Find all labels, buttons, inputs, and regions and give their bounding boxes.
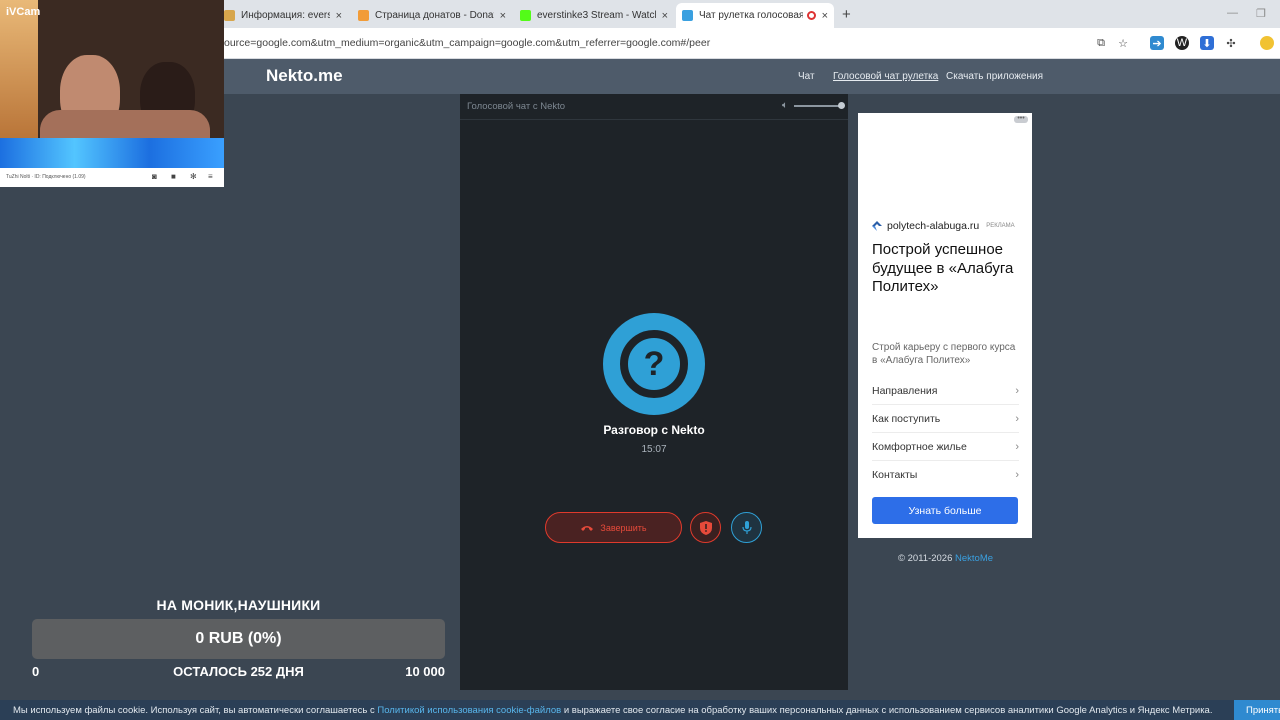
microphone-button[interactable] bbox=[731, 512, 762, 543]
tab-label: Страница донатов - DonationA bbox=[375, 10, 494, 21]
tab-label: everstinke3 Stream - Watch Live bbox=[537, 10, 656, 21]
chevron-right-icon: › bbox=[1015, 384, 1019, 397]
end-call-button[interactable]: Завершить bbox=[545, 512, 682, 543]
hangup-phone-icon bbox=[581, 525, 594, 531]
tab-donations-page[interactable]: Страница донатов - DonationA × bbox=[352, 3, 512, 28]
nekto-favicon-icon bbox=[682, 10, 693, 21]
tab-label: Информация: everstinke3 – bbox=[241, 10, 330, 21]
site-logo[interactable]: Nekto.me bbox=[266, 66, 343, 86]
cookie-text: Мы используем файлы cookie. Используя са… bbox=[13, 705, 1212, 716]
ad-headline[interactable]: Построй успешное будущее в «Алабуга Поли… bbox=[872, 241, 1022, 297]
camera-snapshot-icon[interactable]: ◙ bbox=[152, 172, 157, 181]
video-record-icon[interactable]: ■ bbox=[171, 172, 176, 181]
ad-link-housing[interactable]: Комфортное жилье › bbox=[872, 433, 1019, 461]
nav-chat[interactable]: Чат bbox=[798, 71, 815, 82]
volume-slider-handle[interactable] bbox=[838, 102, 845, 109]
nav-download-apps[interactable]: Скачать приложения bbox=[946, 71, 1043, 82]
conversation-title: Разговор с Nekto bbox=[603, 423, 705, 437]
restore-icon[interactable]: ❐ bbox=[1256, 7, 1266, 20]
donation-progress-bar: 0 RUB (0%) bbox=[32, 619, 445, 659]
ad-cta-button[interactable]: Узнать больше bbox=[872, 497, 1018, 524]
ad-subtext: Строй карьеру с первого курса в «Алабуга… bbox=[872, 342, 1016, 366]
ad-domain[interactable]: polytech-alabuga.ru РЕКЛАМА bbox=[872, 220, 1015, 232]
extension-download-icon[interactable]: ⬇ bbox=[1200, 36, 1214, 50]
nav-voice-roulette[interactable]: Голосовой чат рулетка bbox=[833, 71, 938, 82]
ad-domain-logo-icon bbox=[872, 221, 882, 231]
extension-translate-icon[interactable]: ➔ bbox=[1150, 36, 1164, 50]
settings-gear-icon[interactable]: ✻ bbox=[190, 172, 197, 181]
ad-link-label: Контакты bbox=[872, 469, 918, 481]
ad-link-admission[interactable]: Как поступить › bbox=[872, 405, 1019, 433]
accept-cookies-button[interactable]: Принять bbox=[1234, 700, 1280, 720]
recording-indicator-icon bbox=[806, 11, 816, 20]
call-timer: 15:07 bbox=[641, 444, 667, 455]
ad-link-label: Как поступить bbox=[872, 412, 941, 425]
donationalerts-favicon-icon bbox=[224, 10, 235, 21]
microphone-icon bbox=[741, 520, 752, 534]
donation-days-remaining: ОСТАЛОСЬ 252 ДНЯ bbox=[173, 664, 304, 679]
donation-amount: 0 RUB (0%) bbox=[195, 630, 282, 647]
chat-header: Голосовой чат с Nekto 🔈︎ bbox=[460, 94, 848, 120]
webcam-video: iVCam bbox=[0, 0, 224, 168]
donation-goal-title: НА МОНИК,НАУШНИКИ bbox=[156, 597, 321, 613]
tab-label: Чат рулетка голосовая — Nekto bbox=[699, 10, 803, 21]
new-tab-button[interactable]: + bbox=[842, 6, 851, 23]
copyright-text: © 2011-2026 bbox=[898, 553, 956, 564]
tab-donation-info[interactable]: Информация: everstinke3 – × bbox=[218, 3, 348, 28]
url-field[interactable]: ource=google.com&utm_medium=organic&utm_… bbox=[224, 37, 710, 49]
tab-kick-stream[interactable]: everstinke3 Stream - Watch Live × bbox=[514, 3, 674, 28]
chevron-right-icon: › bbox=[1015, 440, 1019, 453]
tab-close-icon[interactable]: × bbox=[662, 10, 668, 22]
tab-close-icon[interactable]: × bbox=[500, 10, 506, 22]
volume-icon[interactable]: 🔈︎ bbox=[782, 100, 788, 111]
question-mark-icon: ? bbox=[620, 330, 688, 398]
profile-avatar-icon[interactable] bbox=[1260, 36, 1274, 50]
ad-link-label: Комфортное жилье bbox=[872, 440, 967, 453]
cookie-text-after: и выражаете свое согласие на обработку в… bbox=[561, 705, 1213, 716]
cookie-text-before: Мы используем файлы cookie. Используя са… bbox=[13, 705, 378, 716]
chevron-right-icon: › bbox=[1015, 469, 1019, 481]
kick-favicon-icon bbox=[520, 10, 531, 21]
partner-avatar: ? bbox=[603, 313, 705, 415]
chat-title: Голосовой чат с Nekto bbox=[467, 101, 566, 112]
chevron-right-icon: › bbox=[1015, 412, 1019, 425]
tab-close-icon[interactable]: × bbox=[822, 10, 828, 22]
ad-link-contacts[interactable]: Контакты › bbox=[872, 461, 1019, 489]
ad-link-label: Направления bbox=[872, 384, 938, 397]
extensions-puzzle-icon[interactable]: ✣ bbox=[1224, 36, 1238, 50]
webcam-logo: iVCam bbox=[6, 6, 41, 18]
extension-w-icon[interactable]: W bbox=[1175, 36, 1189, 50]
webcam-overlay: iVCam TuZhi Nolti · ID: Подключено (1.09… bbox=[0, 0, 224, 187]
minimize-icon[interactable]: — bbox=[1227, 7, 1238, 19]
copyright: © 2011-2026 NektoMe bbox=[898, 553, 993, 564]
donation-goal-max: 10 000 bbox=[405, 664, 445, 679]
donationalerts-favicon-icon bbox=[358, 10, 369, 21]
tab-nekto-active[interactable]: Чат рулетка голосовая — Nekto × bbox=[676, 3, 834, 28]
menu-icon[interactable]: ≡ bbox=[208, 172, 213, 181]
end-call-label: Завершить bbox=[600, 522, 647, 533]
voice-chat-panel: Голосовой чат с Nekto 🔈︎ ? Разговор с Ne… bbox=[460, 94, 848, 690]
install-app-icon[interactable]: ⧉ bbox=[1094, 36, 1108, 50]
webcam-status: TuZhi Nolti · ID: Подключено (1.09) bbox=[6, 174, 86, 180]
cookie-consent-bar: Мы используем файлы cookie. Используя са… bbox=[0, 700, 1280, 720]
cookie-policy-link[interactable]: Политикой использования cookie-файлов bbox=[377, 705, 561, 716]
bookmark-star-icon[interactable]: ☆ bbox=[1116, 36, 1130, 50]
ad-label: РЕКЛАМА bbox=[986, 223, 1015, 229]
ad-menu-icon[interactable]: ••• bbox=[1014, 115, 1028, 123]
shield-icon bbox=[699, 520, 712, 535]
copyright-link[interactable]: NektoMe bbox=[955, 553, 993, 564]
volume-slider[interactable] bbox=[794, 105, 842, 107]
ad-domain-text: polytech-alabuga.ru bbox=[887, 220, 980, 232]
ad-banner[interactable]: ••• polytech-alabuga.ru РЕКЛАМА Построй … bbox=[858, 113, 1032, 538]
tab-close-icon[interactable]: × bbox=[336, 10, 342, 22]
ad-link-directions[interactable]: Направления › bbox=[872, 377, 1019, 405]
report-button[interactable] bbox=[690, 512, 721, 543]
